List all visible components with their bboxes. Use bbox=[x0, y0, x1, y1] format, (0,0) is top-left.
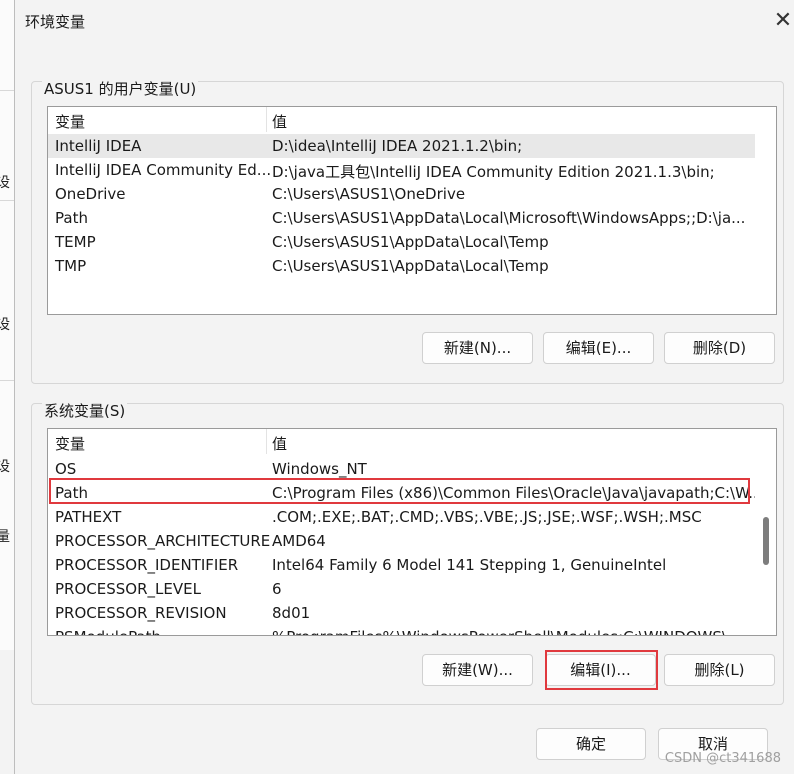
table-row[interactable]: IntelliJ IDEA Community Ed... D:\java工具包… bbox=[48, 158, 755, 182]
column-separator bbox=[266, 429, 267, 454]
background-divider bbox=[0, 380, 14, 381]
background-fragment: 设 bbox=[0, 317, 10, 333]
variable-value: C:\Users\ASUS1\OneDrive bbox=[272, 185, 466, 203]
variable-name: PROCESSOR_IDENTIFIER bbox=[55, 556, 239, 574]
column-header-value[interactable]: 值 bbox=[272, 433, 287, 454]
variable-name: TEMP bbox=[55, 233, 96, 251]
watermark: CSDN @ct341688 bbox=[664, 751, 781, 766]
user-variables-group: ASUS1 的用户变量(U) 变量 值 IntelliJ IDEA D:\ide… bbox=[31, 78, 784, 384]
background-divider bbox=[0, 90, 14, 91]
user-new-button[interactable]: 新建(N)... bbox=[422, 332, 533, 364]
table-row[interactable]: TEMP C:\Users\ASUS1\AppData\Local\Temp bbox=[48, 230, 755, 254]
path-row-highlight bbox=[49, 478, 750, 504]
variable-name: PSModulePath bbox=[55, 628, 161, 635]
variable-name: IntelliJ IDEA bbox=[55, 137, 142, 155]
ok-button[interactable]: 确定 bbox=[536, 728, 646, 760]
scrollbar-thumb[interactable] bbox=[763, 517, 769, 565]
variable-name: OS bbox=[55, 460, 77, 478]
background-divider bbox=[0, 200, 14, 201]
variable-value: C:\Users\ASUS1\AppData\Local\Temp bbox=[272, 257, 549, 275]
variable-value: .COM;.EXE;.BAT;.CMD;.VBS;.VBE;.JS;.JSE;.… bbox=[272, 508, 702, 526]
scrollbar[interactable] bbox=[755, 107, 776, 314]
edit-button-highlight bbox=[545, 650, 658, 690]
variable-value: Windows_NT bbox=[272, 460, 367, 478]
table-row[interactable]: TMP C:\Users\ASUS1\AppData\Local\Temp bbox=[48, 254, 755, 278]
table-row[interactable]: PSModulePath %ProgramFiles%\WindowsPower… bbox=[48, 625, 755, 635]
variable-value: %ProgramFiles%\WindowsPowerShell\Modules… bbox=[272, 628, 741, 635]
scrollbar[interactable] bbox=[755, 429, 776, 635]
close-icon[interactable]: ✕ bbox=[771, 6, 794, 36]
column-header-variable[interactable]: 变量 bbox=[55, 111, 85, 132]
variable-value: 8d01 bbox=[272, 604, 311, 622]
list-header: 变量 值 bbox=[48, 429, 755, 454]
variable-name: TMP bbox=[55, 257, 87, 275]
list-header: 变量 值 bbox=[48, 107, 755, 132]
background-fragment: 量 bbox=[0, 529, 10, 545]
variable-name: PROCESSOR_ARCHITECTURE bbox=[55, 532, 271, 550]
user-variables-list[interactable]: 变量 值 IntelliJ IDEA D:\idea\IntelliJ IDEA… bbox=[47, 106, 777, 315]
variable-value: D:\idea\IntelliJ IDEA 2021.1.2\bin; bbox=[272, 137, 523, 155]
system-variables-label: 系统变量(S) bbox=[42, 400, 128, 421]
table-row[interactable]: PROCESSOR_REVISION 8d01 bbox=[48, 601, 755, 625]
table-row[interactable]: OneDrive C:\Users\ASUS1\OneDrive bbox=[48, 182, 755, 206]
environment-variables-dialog: 环境变量 ✕ ASUS1 的用户变量(U) 变量 值 IntelliJ IDEA… bbox=[14, 0, 794, 774]
column-header-value[interactable]: 值 bbox=[272, 111, 287, 132]
variable-value: 6 bbox=[272, 580, 282, 598]
background-fragment: 设 bbox=[0, 459, 10, 475]
variable-name: PROCESSOR_LEVEL bbox=[55, 580, 201, 598]
variable-name: PATHEXT bbox=[55, 508, 122, 526]
window-title: 环境变量 bbox=[25, 13, 86, 31]
user-edit-button[interactable]: 编辑(E)... bbox=[543, 332, 654, 364]
table-row[interactable]: PROCESSOR_ARCHITECTURE AMD64 bbox=[48, 529, 755, 553]
variable-value: AMD64 bbox=[272, 532, 326, 550]
title-bar: 环境变量 ✕ bbox=[15, 0, 794, 44]
column-header-variable[interactable]: 变量 bbox=[55, 433, 85, 454]
variable-name: IntelliJ IDEA Community Ed... bbox=[55, 161, 272, 179]
column-separator bbox=[266, 107, 267, 132]
variable-value: D:\java工具包\IntelliJ IDEA Community Editi… bbox=[272, 163, 715, 181]
table-row[interactable]: PATHEXT .COM;.EXE;.BAT;.CMD;.VBS;.VBE;.J… bbox=[48, 505, 755, 529]
user-variables-label: ASUS1 的用户变量(U) bbox=[42, 78, 199, 99]
variable-value: C:\Users\ASUS1\AppData\Local\Microsoft\W… bbox=[272, 209, 746, 227]
system-variables-list[interactable]: 变量 值 OS Windows_NT Path C:\Program Files… bbox=[47, 428, 777, 636]
system-new-button[interactable]: 新建(W)... bbox=[422, 654, 533, 686]
table-row[interactable]: PROCESSOR_IDENTIFIER Intel64 Family 6 Mo… bbox=[48, 553, 755, 577]
table-row[interactable]: IntelliJ IDEA D:\idea\IntelliJ IDEA 2021… bbox=[48, 134, 755, 158]
system-variables-group: 系统变量(S) 变量 值 OS Windows_NT Path C:\Progr… bbox=[31, 400, 784, 705]
user-delete-button[interactable]: 删除(D) bbox=[664, 332, 775, 364]
background-window: 设 设 设 量 bbox=[0, 0, 15, 650]
variable-name: Path bbox=[55, 209, 88, 227]
variable-value: Intel64 Family 6 Model 141 Stepping 1, G… bbox=[272, 556, 667, 574]
table-row[interactable]: Path C:\Users\ASUS1\AppData\Local\Micros… bbox=[48, 206, 755, 230]
table-row[interactable]: PROCESSOR_LEVEL 6 bbox=[48, 577, 755, 601]
system-delete-button[interactable]: 删除(L) bbox=[664, 654, 775, 686]
background-fragment: 设 bbox=[0, 175, 10, 191]
variable-name: OneDrive bbox=[55, 185, 126, 203]
variable-name: PROCESSOR_REVISION bbox=[55, 604, 227, 622]
variable-value: C:\Users\ASUS1\AppData\Local\Temp bbox=[272, 233, 549, 251]
